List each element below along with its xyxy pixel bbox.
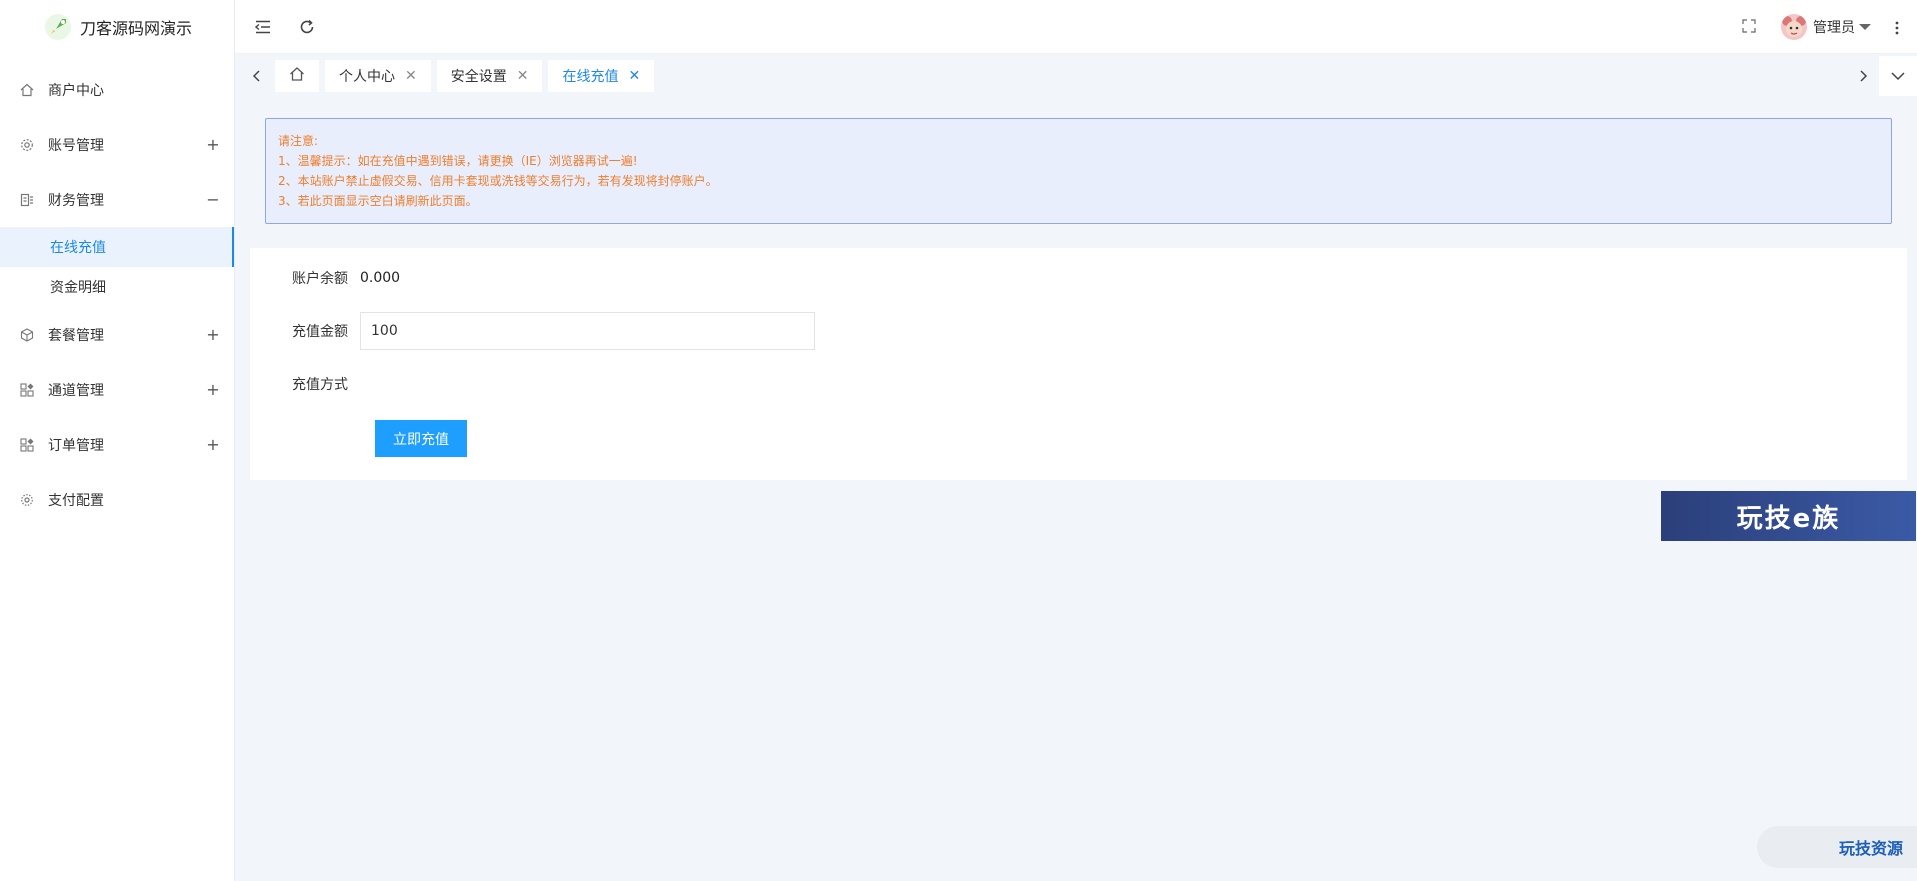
sidebar: 刀客源码网演示 商户中心 账号管理 + 财务管理 − 在线充值 资金明细 套餐管… [0, 0, 235, 881]
avatar [1781, 14, 1807, 40]
notice-box: 请注意: 1、温馨提示：如在充值中遇到错误，请更换（IE）浏览器再试一遍! 2、… [265, 118, 1892, 224]
tab-home[interactable] [275, 60, 319, 92]
app-logo[interactable]: 刀客源码网演示 [0, 0, 234, 54]
recharge-submit-button[interactable]: 立即充值 [375, 420, 467, 457]
amount-label: 充值金额 [292, 324, 348, 340]
sidebar-item-finance[interactable]: 财务管理 − [0, 172, 234, 227]
expand-plus-icon[interactable]: + [206, 380, 220, 399]
sidebar-item-package[interactable]: 套餐管理 + [0, 307, 234, 362]
more-vertical-icon[interactable] [1887, 18, 1907, 38]
recharge-form: 账户余额 0.000 充值金额 充值方式 立即充值 [250, 248, 1907, 480]
home-icon [289, 66, 305, 86]
tab-online-recharge[interactable]: 在线充值 ✕ [548, 60, 655, 92]
sidebar-item-account[interactable]: 账号管理 + [0, 117, 234, 172]
sidebar-menu: 商户中心 账号管理 + 财务管理 − 在线充值 资金明细 套餐管理 + 通道管理… [0, 54, 234, 527]
top-bar: 管理员 [235, 0, 1917, 54]
sidebar-item-online-recharge[interactable]: 在线充值 [0, 227, 234, 267]
tabs-bar: 个人中心 ✕ 安全设置 ✕ 在线充值 ✕ [235, 56, 1917, 96]
home-icon [20, 83, 34, 97]
tabs-dropdown-icon[interactable] [1879, 56, 1917, 96]
sidebar-item-orders[interactable]: 订单管理 + [0, 417, 234, 472]
notice-title: 请注意: [278, 134, 319, 148]
notice-line: 2、本站账户禁止虚假交易、信用卡套现或洗钱等交易行为，若有发现将封停账户。 [278, 174, 718, 188]
chevron-right-icon[interactable] [1855, 68, 1871, 84]
fullscreen-icon[interactable] [1741, 18, 1757, 34]
notice-line: 3、若此页面显示空白请刷新此页面。 [278, 194, 478, 208]
tab-personal-center[interactable]: 个人中心 ✕ [325, 60, 431, 92]
close-icon[interactable]: ✕ [628, 68, 640, 84]
method-row: 充值方式 [250, 374, 360, 394]
sidebar-item-fund-details[interactable]: 资金明细 [0, 267, 234, 307]
close-icon[interactable]: ✕ [517, 68, 529, 84]
chevron-left-icon[interactable] [249, 68, 265, 84]
sidebar-item-merchant-center[interactable]: 商户中心 [0, 62, 234, 117]
watermark-banner: 玩技e族 [1661, 491, 1916, 541]
method-label: 充值方式 [292, 377, 348, 393]
watermark-pill: 玩技资源 [1757, 826, 1917, 868]
refresh-icon[interactable] [297, 17, 317, 37]
tab-security-settings[interactable]: 安全设置 ✕ [436, 60, 543, 92]
amount-row: 充值金额 [250, 312, 815, 350]
balance-value: 0.000 [360, 270, 401, 286]
sidebar-item-channel[interactable]: 通道管理 + [0, 362, 234, 417]
user-menu[interactable]: 管理员 [1781, 14, 1871, 40]
expand-plus-icon[interactable]: + [206, 435, 220, 454]
notice-line: 1、温馨提示：如在充值中遇到错误，请更换（IE）浏览器再试一遍! [278, 154, 638, 168]
sidebar-item-payment-config[interactable]: 支付配置 [0, 472, 234, 527]
expand-plus-icon[interactable]: + [206, 325, 220, 344]
tab-list: 个人中心 ✕ 安全设置 ✕ 在线充值 ✕ [275, 60, 655, 92]
collapse-minus-icon[interactable]: − [206, 190, 220, 209]
grid-icon [20, 382, 34, 397]
balance-row: 账户余额 0.000 [250, 268, 400, 288]
rocket-logo-icon [44, 13, 72, 41]
amount-input[interactable] [360, 312, 815, 350]
finance-submenu: 在线充值 资金明细 [0, 227, 234, 307]
user-name: 管理员 [1813, 20, 1855, 36]
balance-label: 账户余额 [292, 271, 348, 287]
gear-icon [20, 138, 34, 152]
close-icon[interactable]: ✕ [405, 68, 417, 84]
expand-plus-icon[interactable]: + [206, 135, 220, 154]
finance-icon [20, 193, 34, 207]
package-icon [20, 327, 34, 342]
grid-icon [20, 437, 34, 452]
chevron-down-icon [1859, 24, 1871, 30]
cog-icon [20, 493, 34, 507]
fold-menu-icon[interactable] [253, 17, 273, 37]
app-title: 刀客源码网演示 [80, 19, 193, 38]
